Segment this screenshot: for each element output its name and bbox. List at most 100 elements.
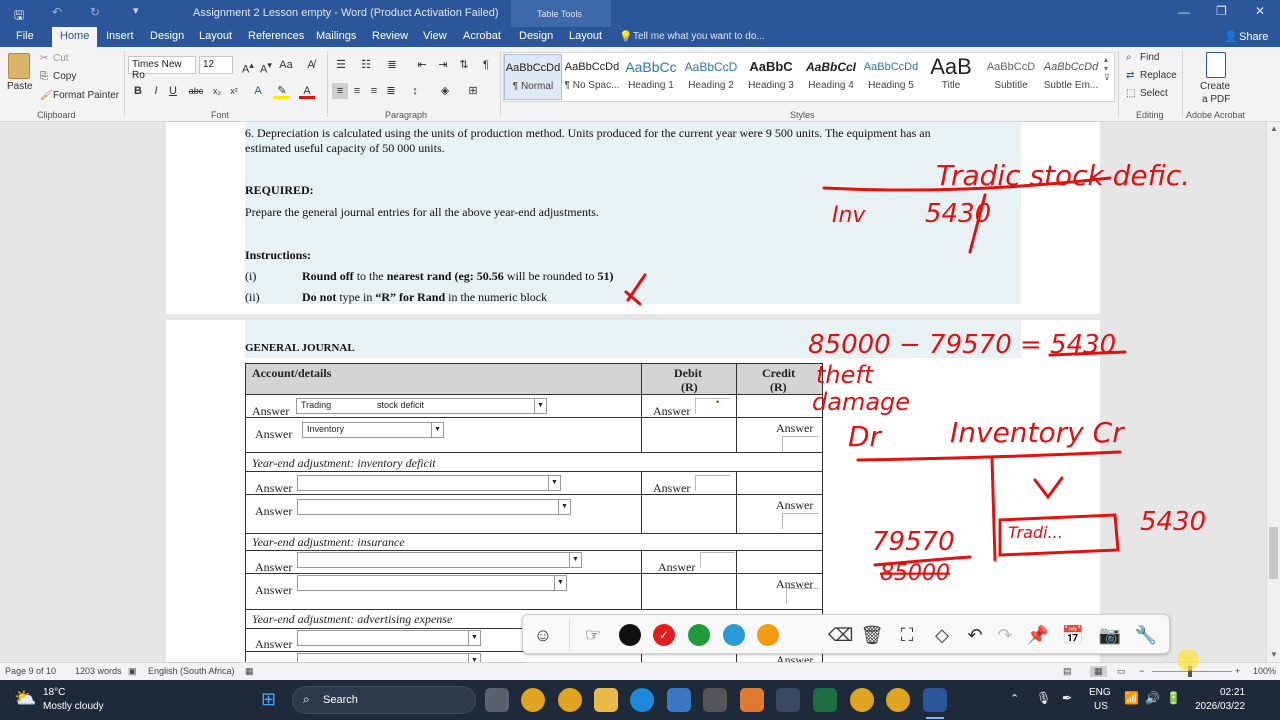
decrease-indent-icon[interactable]: ⇤ [414,57,430,73]
increase-indent-icon[interactable]: ⇥ [435,57,451,73]
font-size-select[interactable]: 12 [199,56,233,74]
macro-icon[interactable]: ▦ [245,666,254,677]
show-marks-icon[interactable]: ¶ [478,57,494,73]
style-heading-2[interactable]: AaBbCcD Heading 2 [682,54,740,100]
settings-wrench-icon[interactable]: 🔧 [1134,623,1158,647]
debit-answer-input[interactable] [700,552,735,568]
debit-answer-input[interactable] [695,475,730,491]
answer-dropdown[interactable]: ▼ [297,475,561,491]
print-layout-icon[interactable]: ▦ [1090,666,1107,677]
scroll-thumb[interactable] [1269,527,1278,579]
style-heading-3[interactable]: AaBbC Heading 3 [742,54,800,100]
zoom-in-icon[interactable]: + [1235,666,1240,676]
shapes-icon[interactable]: ◇ [930,623,954,647]
select-icon[interactable]: ⬚ [1126,88,1135,99]
pen-black-color[interactable] [619,624,641,646]
styles-scroll-icon[interactable]: ▴ ▾ ⊽ [1104,55,1110,82]
chrome-icon-3[interactable] [886,688,910,712]
microphone-icon[interactable]: 🎙 [1036,691,1051,705]
word-count[interactable]: 1203 words [75,666,122,676]
select-button[interactable]: Select [1140,88,1168,99]
qat-menu-icon[interactable]: ▾ [133,4,139,17]
page-count[interactable]: Page 9 of 10 [5,666,56,676]
scroll-down-icon[interactable]: ▼ [1270,650,1278,659]
zoom-slider[interactable] [1152,671,1232,672]
app-icon[interactable] [667,688,691,712]
undo-icon[interactable]: ↶ [52,5,62,19]
sort-icon[interactable]: ⇅ [456,57,472,73]
replace-button[interactable]: Replace [1140,70,1177,81]
select-region-icon[interactable]: ⛶ [895,623,919,647]
tab-insert[interactable]: Insert [106,30,134,42]
tab-references[interactable]: References [248,30,304,42]
chrome-icon[interactable] [521,688,545,712]
style-heading-5[interactable]: AaBbCcDd Heading 5 [862,54,920,100]
shrink-font-icon[interactable]: A▾ [258,57,274,76]
tab-table-design[interactable]: Design [519,30,553,42]
document-area[interactable]: 6. Depreciation is calculated using the … [0,122,1266,662]
debit-answer-input[interactable]: • [695,397,730,414]
weather-icon[interactable]: ⛅ [14,688,36,709]
highlight-icon[interactable]: ✎ [274,83,290,99]
bullets-icon[interactable]: ☰ [333,57,349,73]
windows-start-icon[interactable]: ⊞ [261,689,276,710]
pen-orange-color[interactable] [757,624,779,646]
excel-icon[interactable] [813,688,837,712]
pen-green-color[interactable] [688,624,710,646]
language[interactable]: English (South Africa) [148,666,235,676]
answer-dropdown[interactable]: ▼ [297,653,481,662]
undo-ink-icon[interactable]: ↶ [963,623,987,647]
tab-file[interactable]: File [16,30,34,42]
tab-acrobat[interactable]: Acrobat [463,30,501,42]
pen-blue-color[interactable] [723,624,745,646]
align-right-icon[interactable]: ≡ [366,83,382,99]
style-no-spacing[interactable]: AaBbCcDd ¶ No Spac... [563,54,621,100]
align-left-icon[interactable]: ≡ [332,83,348,99]
pointer-hand-icon[interactable]: ☞ [581,623,605,647]
line-spacing-icon[interactable]: ↕ [407,83,423,99]
close-icon[interactable]: ✕ [1255,4,1265,18]
language-eng[interactable]: ENG [1089,687,1111,698]
proofing-icon[interactable]: ▣ [128,666,137,677]
scroll-up-icon[interactable]: ▲ [1270,124,1278,133]
answer-dropdown[interactable]: ▼ [297,499,571,515]
pen-red-color-selected[interactable]: ✓ [653,624,675,646]
chrome-icon-2[interactable] [850,688,874,712]
subscript-icon[interactable]: x₂ [209,83,225,99]
redo-icon[interactable]: ↻ [90,5,100,19]
weather-temp[interactable]: 18°C [43,687,65,698]
language-us[interactable]: US [1094,701,1108,712]
web-layout-icon[interactable]: ▭ [1117,666,1126,677]
answer-dropdown[interactable]: ▼ [297,630,481,646]
redo-ink-icon[interactable]: ↷ [993,623,1017,647]
volume-icon[interactable]: 🔊 [1145,691,1160,705]
numbering-icon[interactable]: ☷ [358,57,374,73]
minimize-icon[interactable]: — [1178,5,1190,19]
shading-icon[interactable]: ◈ [437,83,453,99]
cut-icon[interactable]: ✂ [40,53,48,64]
taskbar-search[interactable]: ⌕ Search [292,686,476,714]
text-effects-icon[interactable]: A [250,83,266,99]
restore-icon[interactable]: ❐ [1216,4,1227,18]
tab-layout[interactable]: Layout [199,30,232,42]
pin-icon[interactable]: 📌 [1026,623,1050,647]
bold-icon[interactable]: B [130,83,146,99]
font-color-icon[interactable]: A [299,83,315,99]
font-name-select[interactable]: Times New Ro [128,56,196,81]
word-icon[interactable] [923,688,947,712]
style-heading-1[interactable]: AaBbCc Heading 1 [622,54,680,100]
style-heading-4[interactable]: AaBbCcI Heading 4 [802,54,860,100]
find-button[interactable]: Find [1140,52,1159,63]
style-title[interactable]: AaB Title [922,54,980,100]
italic-icon[interactable]: I [148,83,164,99]
emoji-icon[interactable]: ☺ [531,623,555,647]
tab-design[interactable]: Design [150,30,184,42]
camera-icon[interactable]: 📷 [1098,623,1122,647]
underline-icon[interactable]: U [165,83,181,99]
chrome-profile-icon[interactable] [558,688,582,712]
zoom-out-icon[interactable]: − [1139,666,1144,676]
share-icon[interactable]: 👤 [1224,30,1238,43]
tab-table-layout[interactable]: Layout [569,30,602,42]
replace-icon[interactable]: ⇄ [1126,70,1134,81]
change-case-icon[interactable]: Aa [278,57,294,73]
